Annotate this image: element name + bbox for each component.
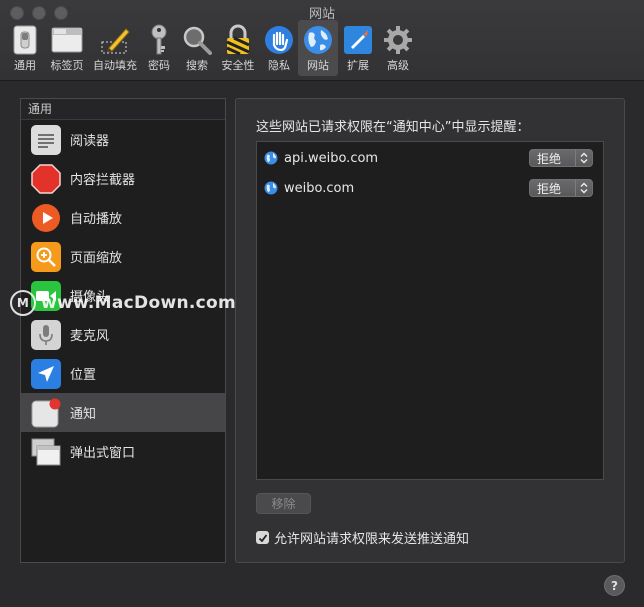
macdown-logo-icon: M: [10, 290, 36, 316]
sidebar-item-microphone[interactable]: 麦克风: [21, 315, 225, 354]
help-button[interactable]: ?: [604, 575, 625, 596]
toolbar-tab-privacy[interactable]: 隐私: [260, 20, 298, 76]
lock-icon: [222, 24, 254, 56]
zoom-icon: [31, 241, 61, 272]
watermark-text: www.MacDown.com: [41, 293, 236, 313]
popup-window-icon: [31, 437, 61, 467]
sidebar-item-popup-windows[interactable]: 弹出式窗口: [21, 432, 225, 471]
tabs-icon: [51, 24, 83, 56]
allow-push-label: 允许网站请求权限来发送推送通知: [274, 532, 470, 547]
hand-icon: [263, 24, 295, 56]
location-arrow-icon: [31, 358, 61, 389]
notifications-panel: 这些网站已请求权限在“通知中心”中显示提醒： api.weibo.com 拒绝 …: [235, 98, 625, 563]
permission-select[interactable]: 拒绝: [529, 179, 593, 197]
table-row[interactable]: api.weibo.com 拒绝: [257, 143, 603, 173]
sidebar-item-label: 通知: [70, 407, 97, 422]
site-name: weibo.com: [284, 180, 355, 196]
watermark: M www.MacDown.com: [10, 290, 236, 316]
panel-description: 这些网站已请求权限在“通知中心”中显示提醒：: [256, 120, 530, 135]
sidebar-item-label: 弹出式窗口: [70, 446, 136, 461]
sidebar-section-header: 通用: [21, 99, 225, 120]
globe-icon: [264, 181, 278, 195]
website-list[interactable]: api.weibo.com 拒绝 weibo.com 拒绝: [256, 141, 604, 480]
allow-push-notifications-option[interactable]: 允许网站请求权限来发送推送通知: [256, 528, 469, 547]
toolbar-tab-search[interactable]: 搜索: [178, 20, 216, 76]
stop-sign-icon: [31, 163, 61, 194]
allow-push-checkbox[interactable]: [256, 531, 269, 544]
sidebar-item-page-zoom[interactable]: 页面缩放: [21, 237, 225, 276]
site-name: api.weibo.com: [284, 150, 379, 166]
extension-icon: [342, 24, 374, 56]
sidebar-item-label: 位置: [70, 368, 97, 383]
toolbar-tab-websites[interactable]: 网站: [298, 20, 338, 76]
toolbar-tab-tabs[interactable]: 标签页: [44, 20, 90, 76]
globe-icon: [302, 24, 334, 56]
sidebar-item-label: 阅读器: [70, 134, 110, 149]
toolbar-tab-security[interactable]: 安全性: [216, 20, 260, 76]
sidebar-item-label: 内容拦截器: [70, 173, 136, 188]
microphone-icon: [31, 319, 61, 350]
chevron-up-down-icon: [575, 180, 592, 196]
toolbar-tab-passwords[interactable]: 密码: [140, 20, 178, 76]
preferences-window: 网站 通用 标签页 自动填充 密码 搜索 安全性 隐私 网站 扩展 高级 通用 …: [0, 0, 644, 607]
preferences-toolbar: 通用 标签页 自动填充 密码 搜索 安全性 隐私 网站 扩展 高级: [0, 20, 418, 78]
autofill-pencil-icon: [99, 24, 131, 56]
permission-select-value: 拒绝: [537, 181, 562, 196]
permission-select-value: 拒绝: [537, 151, 562, 166]
remove-button[interactable]: 移除: [256, 493, 311, 514]
toolbar-tab-general[interactable]: 通用: [6, 20, 44, 76]
sidebar-item-notifications[interactable]: 通知: [21, 393, 225, 432]
sidebar-item-label: 麦克风: [70, 329, 110, 344]
magnifier-icon: [181, 24, 213, 56]
websites-sidebar: 通用 阅读器 内容拦截器 自动播放 页面缩放 摄像头 麦克风 位置 通知 弹出式…: [20, 98, 226, 563]
sidebar-item-label: 自动播放: [70, 212, 123, 227]
title-bar: 网站 通用 标签页 自动填充 密码 搜索 安全性 隐私 网站 扩展 高级: [0, 0, 644, 81]
gear-icon: [382, 24, 414, 56]
sidebar-item-autoplay[interactable]: 自动播放: [21, 198, 225, 237]
chevron-up-down-icon: [575, 150, 592, 166]
checkmark-icon: [258, 533, 267, 542]
sidebar-item-label: 页面缩放: [70, 251, 123, 266]
notification-icon: [31, 398, 61, 428]
general-switch-icon: [9, 24, 41, 56]
toolbar-tab-autofill[interactable]: 自动填充: [90, 20, 140, 76]
toolbar-tab-extensions[interactable]: 扩展: [338, 20, 378, 76]
play-icon: [31, 203, 61, 233]
key-icon: [143, 24, 175, 56]
toolbar-tab-advanced[interactable]: 高级: [378, 20, 418, 76]
table-row[interactable]: weibo.com 拒绝: [257, 173, 603, 203]
globe-icon: [264, 151, 278, 165]
reader-icon: [31, 124, 61, 155]
sidebar-item-reader[interactable]: 阅读器: [21, 120, 225, 159]
sidebar-item-location[interactable]: 位置: [21, 354, 225, 393]
sidebar-item-content-blockers[interactable]: 内容拦截器: [21, 159, 225, 198]
permission-select[interactable]: 拒绝: [529, 149, 593, 167]
